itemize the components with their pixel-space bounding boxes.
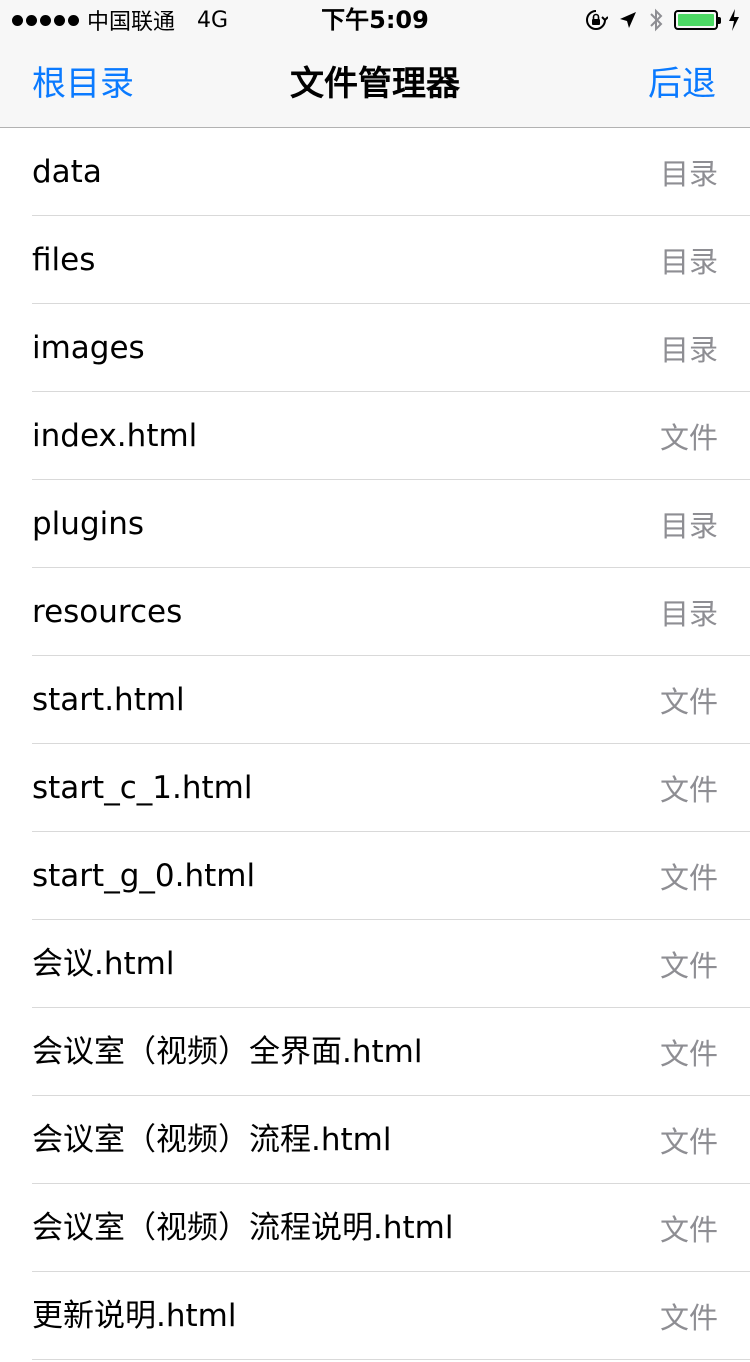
file-type: 文件 [659, 685, 718, 719]
file-name: plugins [32, 506, 145, 542]
file-type: 文件 [659, 1125, 718, 1159]
status-bar: 中国联通 4G 下午5:09 [0, 0, 750, 40]
file-type: 文件 [659, 773, 718, 807]
file-name: index.html [32, 418, 198, 454]
list-item[interactable]: index.html 文件 [32, 392, 750, 480]
file-name: resources [32, 594, 183, 630]
file-name: 会议室（视频）流程说明.html [32, 1210, 454, 1246]
list-item[interactable]: start_g_0.html 文件 [32, 832, 750, 920]
file-type: 目录 [659, 597, 718, 631]
battery-icon [674, 10, 721, 30]
file-name: 会议.html [32, 946, 175, 982]
file-type: 文件 [659, 949, 718, 983]
file-name: 会议室（视频）流程.html [32, 1122, 392, 1158]
location-arrow-icon [620, 12, 636, 28]
file-name: images [32, 330, 145, 366]
list-item[interactable]: images 目录 [32, 304, 750, 392]
page-title: 文件管理器 [290, 64, 460, 104]
list-item[interactable]: 会议.html 文件 [32, 920, 750, 1008]
list-item[interactable]: files 目录 [32, 216, 750, 304]
list-item[interactable]: 会议室（视频）全界面.html 文件 [32, 1008, 750, 1096]
file-type: 文件 [659, 861, 718, 895]
list-item[interactable]: data 目录 [32, 128, 750, 216]
file-type: 目录 [659, 333, 718, 367]
battery-fill [678, 14, 714, 26]
file-name: start.html [32, 682, 185, 718]
file-name: data [32, 154, 102, 190]
orientation-lock-icon [586, 10, 608, 30]
list-item[interactable]: resources 目录 [32, 568, 750, 656]
file-type: 文件 [659, 1301, 718, 1335]
file-name: files [32, 242, 96, 278]
list-item[interactable]: 会议室（视频）流程.html 文件 [32, 1096, 750, 1184]
file-type: 目录 [659, 157, 718, 191]
status-right [584, 6, 740, 34]
list-item[interactable]: start_c_1.html 文件 [32, 744, 750, 832]
file-type: 目录 [659, 245, 718, 279]
list-item[interactable]: plugins 目录 [32, 480, 750, 568]
list-item[interactable]: 更新说明.html 文件 [32, 1272, 750, 1360]
file-type: 文件 [659, 1037, 718, 1071]
list-item[interactable]: 会议室（视频）流程说明.html 文件 [32, 1184, 750, 1272]
list-item[interactable]: start.html 文件 [32, 656, 750, 744]
file-type: 文件 [659, 1213, 718, 1247]
file-name: start_c_1.html [32, 770, 253, 806]
file-name: 会议室（视频）全界面.html [32, 1034, 423, 1070]
back-button[interactable]: 后退 [648, 40, 716, 128]
file-type: 目录 [659, 509, 718, 543]
file-list: data 目录 files 目录 images 目录 index.html 文件… [0, 128, 750, 1360]
navigation-bar: 根目录 文件管理器 后退 [0, 40, 750, 128]
file-type: 文件 [659, 421, 718, 455]
file-name: 更新说明.html [32, 1298, 237, 1334]
file-name: start_g_0.html [32, 858, 256, 894]
charging-bolt-icon [729, 9, 739, 31]
bluetooth-icon [650, 8, 663, 32]
